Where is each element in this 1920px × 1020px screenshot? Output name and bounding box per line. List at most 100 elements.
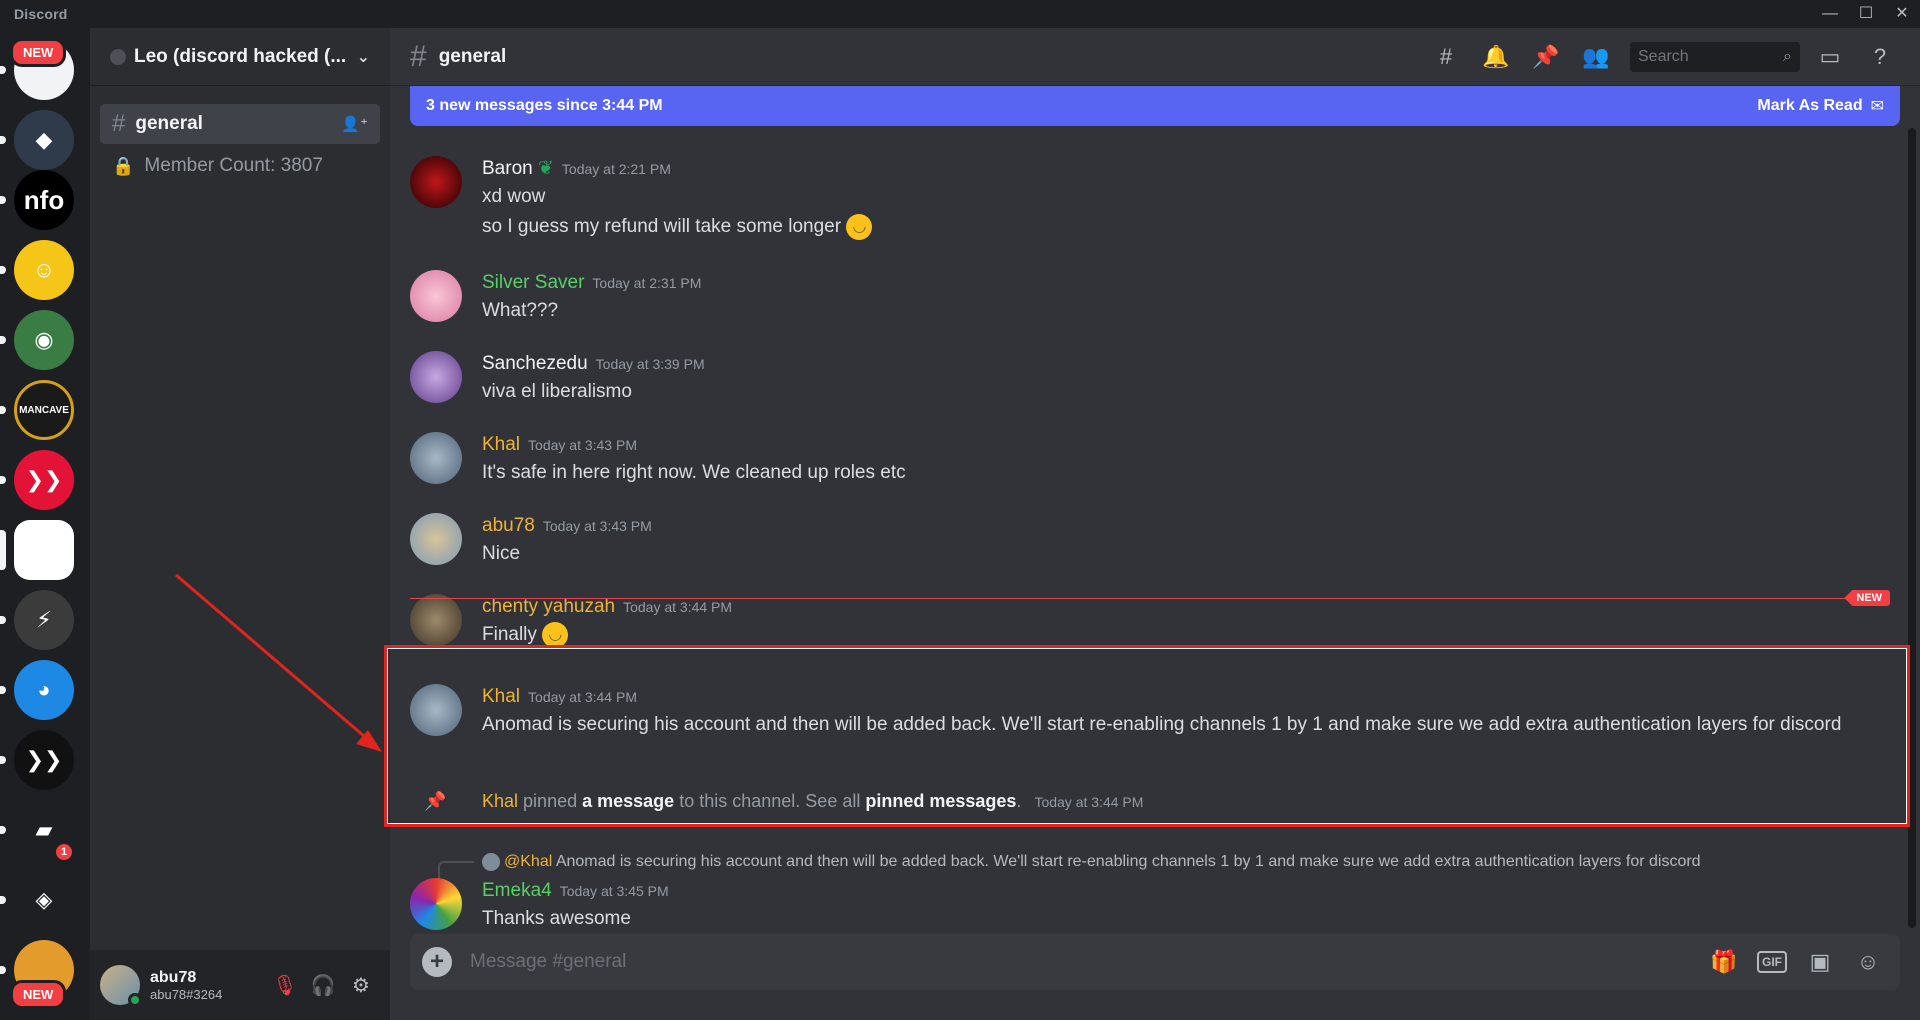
unread-pill (0, 616, 6, 624)
channel-sidebar: Leo (discord hacked (... ⌄ # general 👤⁺ … (90, 28, 390, 1020)
gear-icon[interactable]: ⚙ (342, 966, 380, 1004)
message-text: Nice (482, 543, 521, 564)
inbox-icon[interactable]: ▭ (1810, 37, 1850, 77)
title-bar: Discord — ☐ ✕ (0, 0, 1920, 28)
avatar (482, 853, 500, 871)
new-messages-banner[interactable]: 3 new messages since 3:44 PM Mark As Rea… (410, 86, 1900, 126)
server-icon-server-9[interactable]: ⚡ (14, 590, 74, 650)
add-attachment-icon[interactable]: + (422, 947, 452, 977)
search-icon: ⌕ (1783, 47, 1792, 65)
new-messages-divider: NEW (410, 590, 1890, 606)
minimize-button[interactable]: — (1812, 2, 1848, 26)
maximize-button[interactable]: ☐ (1848, 2, 1884, 26)
headphones-icon[interactable]: 🎧 (304, 966, 342, 1004)
message-author[interactable]: Baron (482, 158, 533, 179)
mark-read-icon: ✉ (1870, 98, 1884, 115)
channel-general[interactable]: # general 👤⁺ (100, 104, 380, 144)
server-icon-server-hive[interactable]: ❯❯ (14, 450, 74, 510)
server-icon-server-mancave[interactable]: MANCAVE (14, 380, 74, 440)
avatar[interactable] (410, 432, 462, 484)
emoji-picker-icon[interactable]: ☺ (1848, 942, 1888, 982)
app-title: Discord (14, 6, 68, 22)
unread-pill (0, 196, 6, 204)
gif-button[interactable]: GIF (1752, 942, 1792, 982)
server-icon-server-nfo[interactable]: nfo (14, 170, 74, 230)
sticker-icon[interactable]: ▣ (1800, 942, 1840, 982)
new-tag: NEW (1844, 590, 1890, 606)
avatar[interactable] (410, 156, 462, 208)
message-text: It's safe in here right now. We cleaned … (482, 462, 906, 483)
search-input[interactable] (1638, 47, 1784, 66)
message-timestamp: Today at 2:21 PM (561, 161, 671, 177)
avatar[interactable] (100, 965, 142, 1007)
unread-pill (0, 826, 6, 834)
invite-icon[interactable]: 👤⁺ (341, 115, 368, 133)
user-tag: abu78#3264 (150, 986, 223, 1002)
avatar[interactable] (410, 878, 462, 930)
channel-member-count[interactable]: 🔒 Member Count: 3807 (100, 146, 380, 186)
server-icon-server-13[interactable]: ◈ (14, 870, 74, 930)
server-icon-server-4[interactable]: ☺ (14, 240, 74, 300)
search-box[interactable]: ⌕ (1630, 41, 1800, 72)
lock-icon: 🔒 (112, 155, 135, 176)
message-author[interactable]: Sanchezedu (482, 353, 588, 374)
threads-icon[interactable]: # (1426, 37, 1466, 77)
message-timestamp: Today at 3:44 PM (623, 599, 733, 615)
avatar[interactable] (410, 351, 462, 403)
hashtag-icon: # (112, 110, 126, 137)
gift-icon[interactable]: 🎁 (1704, 942, 1744, 982)
message-text: viva el liberalismo (482, 381, 632, 402)
channel-label: general (135, 113, 203, 134)
gif-label: GIF (1757, 951, 1787, 973)
help-icon[interactable]: ? (1860, 37, 1900, 77)
grin-emoji-icon: ◡ (846, 213, 873, 240)
sprout-icon: ❦ (537, 158, 554, 179)
message-input[interactable] (470, 951, 1696, 973)
guild-settings-icon (110, 48, 126, 65)
chat-area: # general # 🔔 📌 👥 ⌕ ▭ ? 3 new messages s… (390, 28, 1920, 1020)
avatar[interactable] (410, 513, 462, 565)
avatar[interactable] (410, 594, 462, 646)
guild-header[interactable]: Leo (discord hacked (... ⌄ (90, 28, 390, 86)
server-icon-server-11[interactable]: ❯❯ (14, 730, 74, 790)
new-badge-bottom: NEW (10, 980, 67, 1009)
message-text: Thanks awesome (482, 908, 631, 929)
message-author[interactable]: Khal (482, 434, 520, 455)
mute-mic-icon[interactable]: 🎙 (266, 966, 304, 1004)
avatar[interactable] (410, 270, 462, 322)
reply-mention[interactable]: @Khal (504, 853, 552, 870)
message-timestamp: Today at 3:45 PM (559, 883, 669, 899)
unread-pill (0, 136, 6, 144)
unread-pill (0, 686, 6, 694)
message-timestamp: Today at 3:43 PM (528, 437, 637, 453)
message-author[interactable]: abu78 (482, 515, 535, 536)
mark-as-read-button[interactable]: Mark As Read (1757, 97, 1862, 115)
unread-pill (0, 530, 6, 570)
mention-count-badge: 1 (52, 840, 76, 864)
member-list-icon[interactable]: 👥 (1576, 37, 1616, 77)
unread-pill (0, 966, 6, 974)
server-icon-server-10[interactable]: ◕ (14, 660, 74, 720)
pin-icon[interactable]: 📌 (1526, 37, 1566, 77)
hashtag-icon: # (410, 39, 427, 73)
message-timestamp: Today at 3:39 PM (595, 356, 705, 372)
server-icon-server-current[interactable] (14, 520, 74, 580)
user-panel: abu78 abu78#3264 🎙 🎧 ⚙ (90, 950, 390, 1020)
message-author[interactable]: Silver Saver (482, 272, 584, 293)
bell-icon[interactable]: 🔔 (1476, 37, 1516, 77)
message-author[interactable]: Emeka4 (482, 880, 552, 901)
reply-preview[interactable]: @Khal Anomad is securing his account and… (482, 853, 1701, 871)
message-author[interactable]: chenty yahuzah (482, 596, 615, 617)
server-icon-server-5[interactable]: ◉ (14, 310, 74, 370)
reply-connector (438, 861, 474, 881)
close-button[interactable]: ✕ (1884, 2, 1920, 26)
message-text: so I guess my refund will take some long… (482, 216, 842, 237)
message-text: Finally (482, 624, 537, 645)
unread-pill (0, 266, 6, 274)
message-text: What??? (482, 300, 559, 321)
channel-title: general (438, 45, 507, 67)
server-icon-server-2[interactable]: ◆ (14, 110, 74, 170)
unread-pill (0, 756, 6, 764)
new-badge-top: NEW (10, 38, 67, 67)
channel-header: # general # 🔔 📌 👥 ⌕ ▭ ? (390, 28, 1920, 86)
